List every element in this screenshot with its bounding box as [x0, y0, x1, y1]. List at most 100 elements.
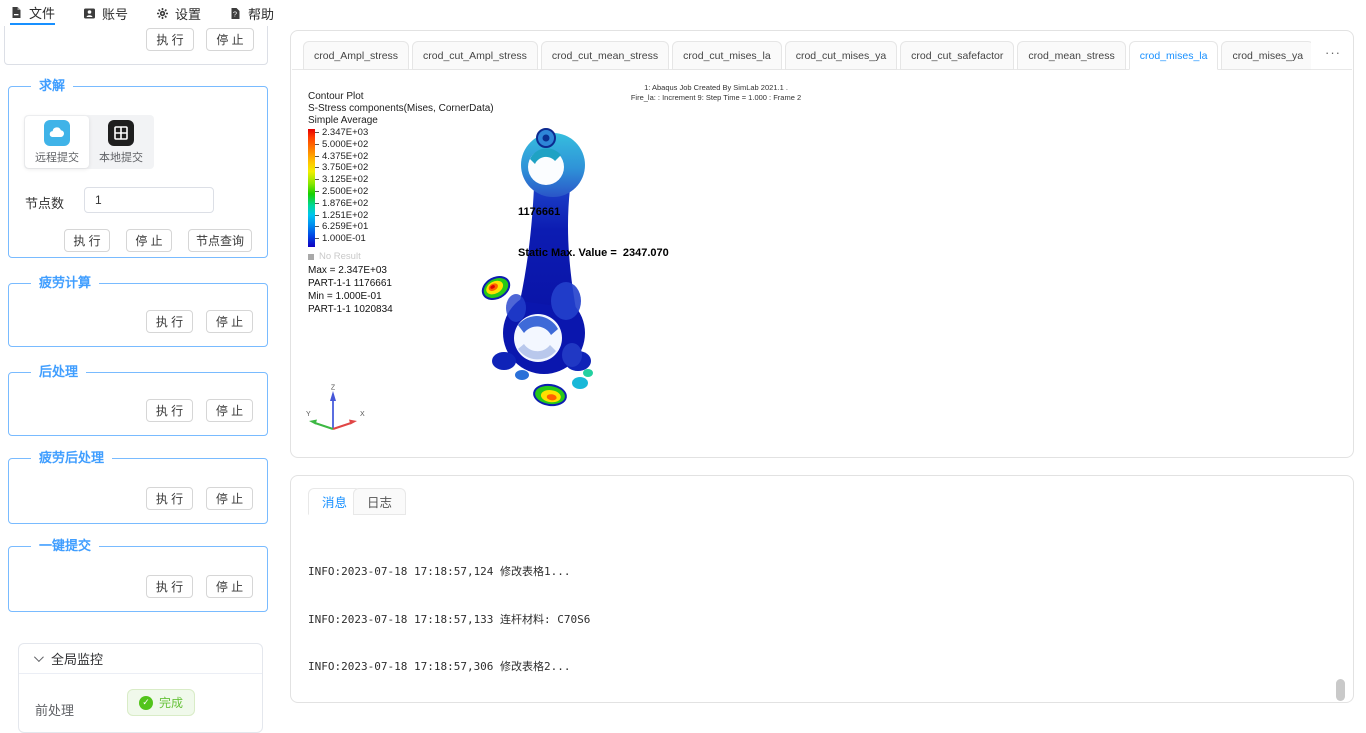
log-line: INFO:2023-07-18 17:18:57,124 修改表格1... — [308, 564, 571, 578]
stop-button[interactable]: 停 止 — [206, 575, 253, 598]
submit-mode-toggle: 远程提交 本地提交 — [24, 115, 154, 169]
orientation-triad: Z Y X — [306, 385, 365, 430]
legend-value: 6.259E+01 — [322, 221, 369, 233]
axis-z-label: Z — [331, 385, 336, 392]
legend-value: 3.750E+02 — [322, 162, 369, 174]
tab-crod-cut-ampl-stress[interactable]: crod_cut_Ampl_stress — [412, 41, 538, 70]
execute-button[interactable]: 执 行 — [146, 399, 193, 422]
tab-crod-ampl-stress[interactable]: crod_Ampl_stress — [303, 41, 410, 70]
axis-x-label: X — [360, 411, 365, 418]
panel-title: 疲劳计算 — [31, 275, 100, 291]
global-monitor-header[interactable]: 全局监控 — [19, 644, 262, 674]
log-line: INFO:2023-07-18 17:18:57,306 修改表格2... — [308, 660, 571, 674]
menu-item-file[interactable]: 文件 — [10, 1, 56, 25]
tab-crod-cut-safefactor[interactable]: crod_cut_safefactor — [900, 41, 1015, 70]
legend-value: 1.251E+02 — [322, 209, 369, 221]
global-monitor-panel: 全局监控 前处理 ✓ 完成 — [18, 643, 263, 733]
message-console-panel: 消息 日志 INFO:2023-07-18 17:18:57,124 修改表格1… — [290, 475, 1354, 703]
execute-button[interactable]: 执 行 — [146, 310, 193, 333]
settings-icon — [156, 7, 169, 20]
file-icon — [10, 6, 23, 19]
panel-title: 疲劳后处理 — [31, 450, 113, 466]
execute-button[interactable]: 执 行 — [146, 28, 194, 51]
no-result-label: No Result — [319, 251, 361, 262]
axis-y-label: Y — [306, 411, 311, 418]
legend-value: 4.375E+02 — [322, 150, 369, 162]
annotation-value: Static Max. Value = 2347.070 — [518, 246, 669, 259]
no-result-row: No Result — [308, 251, 361, 262]
tab-crod-mises-ya[interactable]: crod_mises_ya — [1221, 41, 1311, 70]
more-tabs-button[interactable]: ··· — [1325, 45, 1341, 60]
max-value-annotation: 1176661 Static Max. Value = 2347.070 — [518, 179, 669, 287]
menu-bar: 文件 账号 设置 ? 帮助 — [0, 0, 1366, 26]
result-viewer-panel: crod_Ampl_stress crod_cut_Ampl_stress cr… — [290, 30, 1354, 458]
legend-value: 2.500E+02 — [322, 185, 369, 197]
solve-panel: 求解 远程提交 本地提交 节点数 执 行 停 止 节点查询 — [8, 78, 268, 258]
help-icon: ? — [229, 7, 242, 20]
global-monitor-title: 全局监控 — [51, 652, 104, 667]
local-submit-label: 本地提交 — [99, 151, 143, 164]
legend-value: 1.000E-01 — [322, 233, 366, 245]
menu-item-account[interactable]: 账号 — [83, 1, 128, 25]
panel-title: 求解 — [31, 78, 74, 94]
plot-title-line1: 1: Abaqus Job Created By SimLab 2021.1 . — [644, 83, 788, 92]
stat-line: Max = 2.347E+03 — [308, 265, 387, 276]
color-gradient-bar — [308, 129, 315, 247]
legend-value: 3.125E+02 — [322, 174, 369, 186]
fatigue-calc-panel: 疲劳计算 执 行 停 止 — [8, 275, 268, 347]
menu-item-label: 文件 — [29, 5, 56, 21]
menu-item-help[interactable]: ? 帮助 — [229, 1, 274, 25]
plot-title-line2: Fire_la: : Increment 9: Step Time = 1.00… — [630, 92, 802, 102]
stop-button[interactable]: 停 止 — [206, 399, 253, 422]
stop-button[interactable]: 停 止 — [206, 487, 253, 510]
status-badge: ✓ 完成 — [127, 689, 196, 716]
menu-item-settings[interactable]: 设置 — [156, 1, 201, 25]
account-icon — [83, 7, 96, 20]
min-max-stats: Max = 2.347E+03 PART-1-1 1176661 Min = 1… — [308, 264, 393, 316]
node-query-button[interactable]: 节点查询 — [188, 229, 252, 252]
svg-text:?: ? — [233, 9, 237, 18]
menu-item-label: 设置 — [175, 6, 202, 22]
menu-item-label: 帮助 — [248, 6, 275, 22]
execute-button[interactable]: 执 行 — [64, 229, 110, 252]
execute-button[interactable]: 执 行 — [146, 575, 193, 598]
stop-button[interactable]: 停 止 — [126, 229, 172, 252]
sidebar: 执 行 停 止 求解 远程提交 本地提交 节点数 执 行 停 止 节点查询 疲劳… — [0, 0, 280, 733]
annotation-node-id: 1176661 — [518, 206, 561, 218]
chevron-down-icon — [33, 652, 44, 663]
tab-crod-mean-stress[interactable]: crod_mean_stress — [1017, 41, 1126, 70]
node-count-input[interactable] — [84, 187, 214, 213]
panel-title: 后处理 — [31, 364, 87, 380]
local-submit-tile[interactable]: 本地提交 — [89, 116, 153, 168]
legend-value: 1.876E+02 — [322, 197, 369, 209]
result-tabstrip: crod_Ampl_stress crod_cut_Ampl_stress cr… — [303, 41, 1311, 70]
tab-crod-cut-mises-ya[interactable]: crod_cut_mises_ya — [784, 41, 898, 70]
node-count-label: 节点数 — [25, 196, 65, 211]
tab-crod-cut-mises-la[interactable]: crod_cut_mises_la — [672, 41, 782, 70]
remote-submit-tile[interactable]: 远程提交 — [25, 116, 89, 168]
menu-item-label: 账号 — [102, 6, 129, 22]
grid-icon — [108, 119, 134, 146]
fatigue-postprocess-panel: 疲劳后处理 执 行 停 止 — [8, 450, 268, 524]
stat-line: Min = 1.000E-01 — [308, 291, 382, 302]
stop-button[interactable]: 停 止 — [206, 310, 253, 333]
contour-color-scale: 2.347E+03 5.000E+02 4.375E+02 3.750E+02 … — [308, 127, 369, 247]
tab-crod-cut-mean-stress[interactable]: crod_cut_mean_stress — [540, 41, 670, 70]
stat-line: PART-1-1 1020834 — [308, 304, 393, 315]
log-output: INFO:2023-07-18 17:18:57,124 修改表格1... IN… — [308, 532, 1323, 694]
log-line: INFO:2023-07-18 17:18:57,133 连杆材料: C70S6 — [308, 612, 591, 626]
legend-value: 5.000E+02 — [322, 138, 369, 150]
preprocess-status-label: 前处理 — [35, 703, 75, 718]
tab-crod-mises-la[interactable]: crod_mises_la — [1128, 41, 1219, 70]
legend-value: 2.347E+03 — [322, 127, 369, 138]
remote-submit-label: 远程提交 — [35, 151, 79, 164]
execute-button[interactable]: 执 行 — [146, 487, 193, 510]
cloud-icon — [44, 119, 70, 146]
postprocess-panel: 后处理 执 行 停 止 — [8, 364, 268, 436]
console-scrollbar-thumb[interactable] — [1336, 679, 1345, 701]
no-result-swatch — [308, 253, 314, 260]
tab-log[interactable]: 日志 — [353, 488, 407, 515]
panel-title: 一键提交 — [31, 538, 100, 554]
stop-button[interactable]: 停 止 — [206, 28, 254, 51]
legend-title-line: Contour Plot — [308, 91, 364, 102]
